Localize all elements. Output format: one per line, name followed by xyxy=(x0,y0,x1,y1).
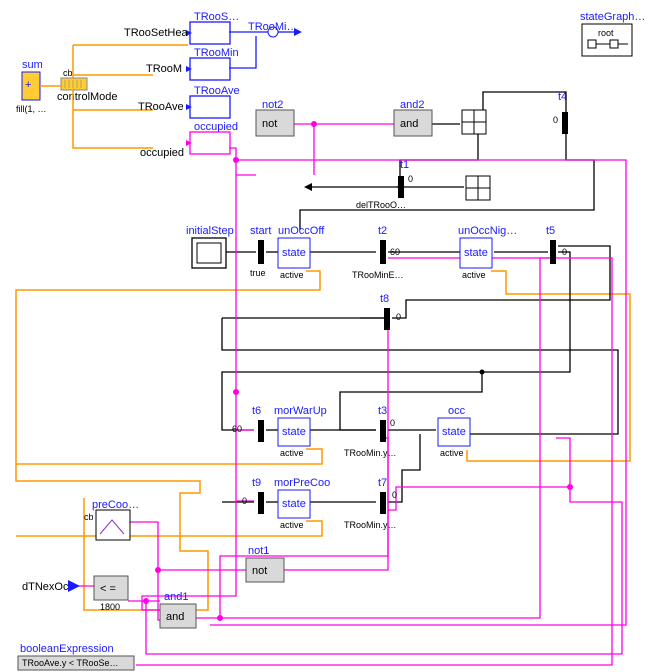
cb-label: cb xyxy=(63,68,73,78)
t4-label: t4 xyxy=(558,91,567,103)
pass-TRooAve: TRooAve TRooAve xyxy=(138,85,240,118)
active-text-4: active xyxy=(440,448,464,458)
t2-val: 60 xyxy=(390,247,400,257)
t5-label: t5 xyxy=(546,225,555,237)
t6-label: t6 xyxy=(252,405,261,417)
boolexpr-label: booleanExpression xyxy=(20,643,114,655)
occupied-lbl: occupied xyxy=(194,121,238,133)
t3-val: 0 xyxy=(390,418,395,428)
t5-val: 0 xyxy=(562,247,567,257)
start-label: start xyxy=(250,225,271,237)
plus-label: + xyxy=(25,79,31,91)
state-text-3: state xyxy=(282,426,306,438)
morwarup-label: morWarUp xyxy=(274,405,327,417)
t6-val: 60 xyxy=(232,424,242,434)
not1-label: not1 xyxy=(248,545,269,557)
pass-occupied: occupied occupied xyxy=(140,121,238,159)
deltroo-label: delTRooO… xyxy=(356,200,406,210)
initial-step[interactable]: initialStep xyxy=(186,225,234,268)
t8-label: t8 xyxy=(380,293,389,305)
troomi-lbl: TRooMi… xyxy=(248,21,298,33)
state-text-1: state xyxy=(282,247,306,259)
state-graph-label: stateGraph… xyxy=(580,11,645,23)
not2-text: not xyxy=(262,118,277,130)
t7-transition[interactable]: t7 0 TRooMin.y… xyxy=(344,477,397,530)
t8-val: 0 xyxy=(396,312,401,322)
troos-lbl: TRooS… xyxy=(194,11,239,23)
t7-val: 0 xyxy=(392,490,397,500)
controlmode-label: controlMode xyxy=(57,91,118,103)
boolexpr-block[interactable]: TRooAve.y < TRooSe… xyxy=(18,656,134,670)
state-text-5: state xyxy=(282,498,306,510)
and2-block[interactable]: and2 and xyxy=(394,99,432,136)
t4-transition[interactable]: t4 0 xyxy=(462,91,568,134)
troom-lbl: TRooM xyxy=(146,63,182,75)
t7-label: t7 xyxy=(378,477,387,489)
sum-label: sum xyxy=(22,59,43,71)
root-text: root xyxy=(598,28,614,38)
trooave2-lbl: TRooAve xyxy=(194,85,240,97)
t4-val: 0 xyxy=(553,115,558,125)
t6-transition[interactable]: t6 60 xyxy=(232,405,264,442)
not2-block[interactable]: not2 not xyxy=(256,99,294,136)
t1-transition[interactable]: t1 0 delTRooO… xyxy=(356,159,490,210)
active-text-1: active xyxy=(280,270,304,280)
trooave-lbl: TRooAve xyxy=(138,101,184,113)
active-text-2: active xyxy=(462,270,486,280)
troomin-y-label: TRooMin.y… xyxy=(344,448,397,458)
t8-transition[interactable]: t8 0 xyxy=(380,293,401,330)
le-block[interactable]: < = 1800 xyxy=(94,576,128,612)
morprecoo-label: morPreCoo xyxy=(274,477,330,489)
occ-state[interactable]: occ state active xyxy=(438,405,470,458)
and2-label: and2 xyxy=(400,99,424,111)
le-text: < = xyxy=(100,583,116,595)
precoo-block[interactable]: preCoo… cb xyxy=(84,499,139,540)
t1-label: t1 xyxy=(400,159,409,171)
pass-TRooMin: TRooMin TRooM xyxy=(146,47,239,80)
occ-label: occ xyxy=(448,405,466,417)
morwarup-state[interactable]: morWarUp state active xyxy=(274,405,327,458)
precoo-label: preCoo… xyxy=(92,499,139,511)
t9-transition[interactable]: t9 0 xyxy=(242,477,264,514)
dtnexocc-label: dTNexOcc xyxy=(22,581,74,593)
t1-val: 0 xyxy=(408,174,413,184)
not2-label: not2 xyxy=(262,99,283,111)
occupied-lbl2: occupied xyxy=(140,147,184,159)
pass-TRooS: TRooS… TRooSetHea xyxy=(124,11,239,44)
initialstep-label: initialStep xyxy=(186,225,234,237)
unoccoff-label: unOccOff xyxy=(278,225,325,237)
state-text-2: state xyxy=(464,247,488,259)
not1-block[interactable]: not1 not xyxy=(246,545,284,582)
unoccnig-label: unOccNig… xyxy=(458,225,517,237)
active-text-3: active xyxy=(280,448,304,458)
not1-text: not xyxy=(252,565,267,577)
state-text-4: state xyxy=(442,426,466,438)
troomin-y2-label: TRooMin.y… xyxy=(344,520,397,530)
t2-label: t2 xyxy=(378,225,387,237)
and2-text: and xyxy=(400,118,418,130)
t9-val: 0 xyxy=(242,496,247,506)
state-graph-root: stateGraph… root xyxy=(580,11,645,56)
troomin-lbl: TRooMin xyxy=(194,47,239,59)
active-text-5: active xyxy=(280,520,304,530)
fill-label: fill(1, … xyxy=(16,104,47,114)
le-val: 1800 xyxy=(100,602,120,612)
and1-text: and xyxy=(166,611,184,623)
troomine-label: TRooMinE… xyxy=(352,270,404,280)
t3-label: t3 xyxy=(378,405,387,417)
troosethea-lbl: TRooSetHea xyxy=(124,27,188,39)
precoo-cb: cb xyxy=(84,512,94,522)
and1-label: and1 xyxy=(164,591,188,603)
t9-label: t9 xyxy=(252,477,261,489)
start-val: true xyxy=(250,268,266,278)
boolexpr-val: TRooAve.y < TRooSe… xyxy=(22,658,118,668)
